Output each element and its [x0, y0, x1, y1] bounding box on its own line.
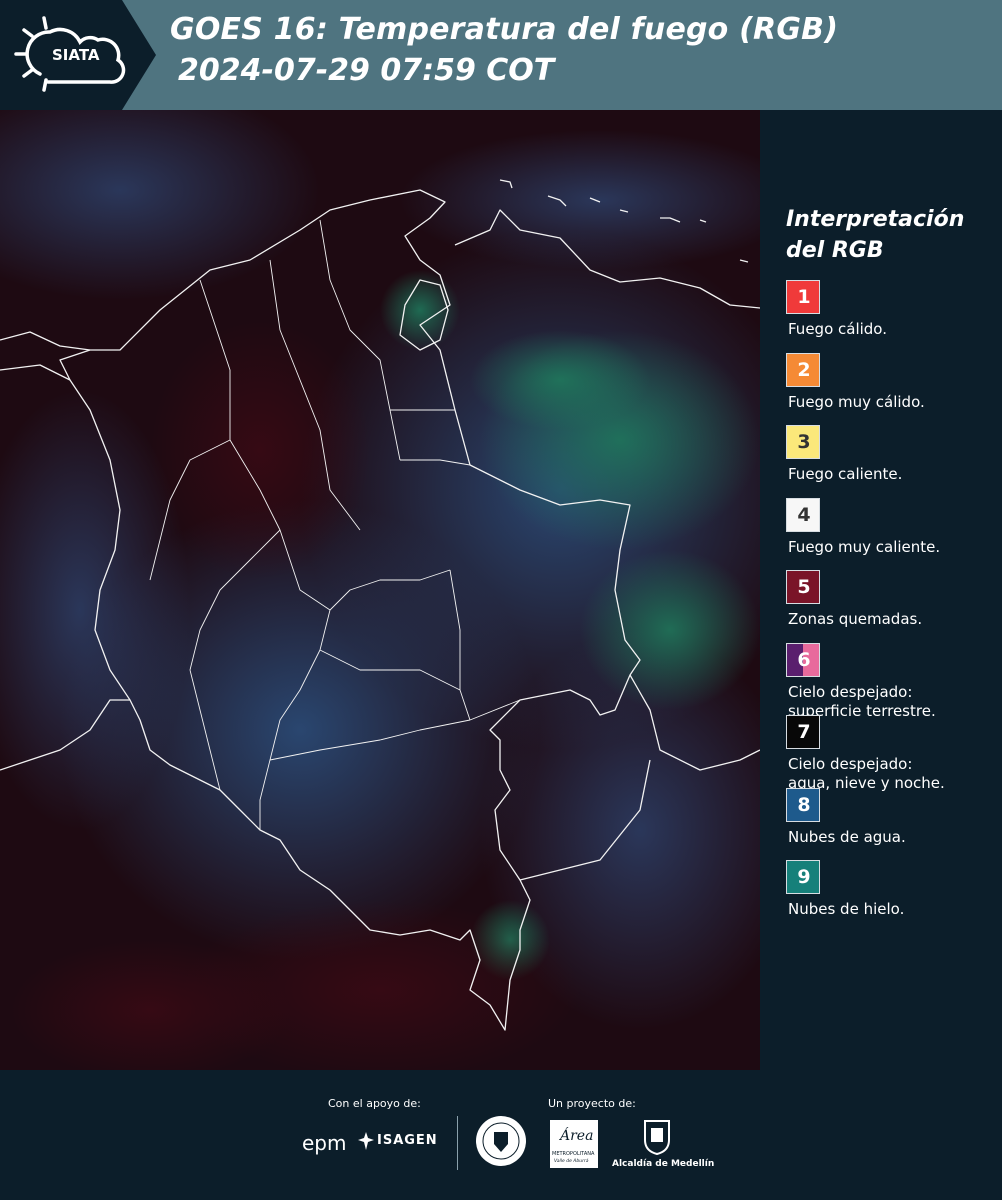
page-timestamp: 2024-07-29 07:59 COT [178, 53, 555, 88]
legend: Interpretación del RGB 1 Fuego cálido. 2 Fu… [786, 204, 996, 918]
siata-logo-text: SIATA [52, 46, 100, 64]
legend-number: 6 [797, 648, 811, 671]
legend-number: 8 [797, 793, 811, 816]
area-logo-line3: Valle de Aburrá [554, 1159, 589, 1164]
area-logo-line2: METROPOLITANA [552, 1151, 595, 1157]
legend-number: 4 [797, 503, 811, 526]
epm-logo: epm [302, 1131, 347, 1155]
legend-swatch: 8 [786, 787, 820, 822]
project-label: Un proyecto de: [548, 1097, 636, 1110]
area-metropolitana-logo: Área METROPOLITANA Valle de Aburrá [550, 1120, 598, 1168]
area-logo-word: Área [560, 1128, 594, 1144]
legend-swatch: 4 [786, 497, 820, 532]
legend-swatch: 2 [786, 352, 820, 387]
isagen-logo-text: ISAGEN [377, 1133, 438, 1148]
isagen-icon [358, 1132, 374, 1150]
legend-swatch: 7 [786, 715, 820, 749]
legend-swatch: 6 [786, 642, 820, 677]
page-title: GOES 16: Temperatura del fuego (RGB) [170, 12, 839, 47]
legend-number: 2 [797, 358, 811, 381]
legend-number: 1 [797, 286, 811, 308]
legend-swatch: 9 [786, 860, 820, 894]
legend-number: 7 [797, 721, 811, 743]
legend-label: Nubes de agua. [788, 827, 906, 846]
isagen-logo: ISAGEN [358, 1132, 437, 1154]
legend-swatch: 5 [786, 570, 820, 604]
legend-title: Interpretación del RGB [786, 207, 965, 263]
medellin-coat-of-arms [644, 1120, 670, 1156]
legend-label: Nubes de hielo. [788, 900, 905, 918]
footer-divider [457, 1116, 458, 1170]
medellin-logo-text: Alcaldía de Medellín [612, 1159, 715, 1169]
legend-number: 3 [797, 431, 811, 453]
legend-label: Fuego caliente. [788, 465, 903, 483]
support-label: Con el apoyo de: [328, 1097, 421, 1110]
satellite-map [0, 110, 760, 1070]
legend-label: Fuego muy cálido. [788, 392, 925, 411]
legend-number: 5 [797, 576, 811, 598]
header: SIATA GOES 16: Temperatura del fuego (RG… [0, 0, 1002, 110]
legend-label: Fuego muy caliente. [788, 537, 941, 556]
legend-swatch: 3 [786, 425, 820, 459]
legend-label: Fuego cálido. [788, 320, 887, 338]
legend-label: Zonas quemadas. [788, 610, 923, 628]
footer: Con el apoyo de: Un proyecto de: epm ISA… [0, 1070, 1002, 1200]
legend-number: 9 [797, 866, 811, 888]
university-seal [476, 1116, 526, 1166]
siata-logo: SIATA [14, 16, 126, 92]
legend-swatch: 1 [786, 280, 820, 314]
